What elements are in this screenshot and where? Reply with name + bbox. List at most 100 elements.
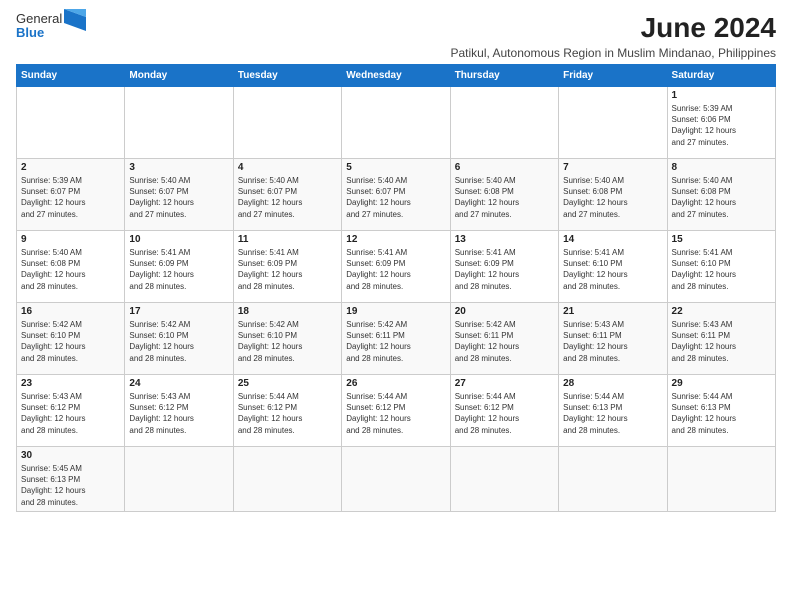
- calendar-title: June 2024: [450, 12, 776, 44]
- day-number: 3: [129, 162, 228, 173]
- header-friday: Friday: [559, 65, 667, 87]
- calendar-cell: 22Sunrise: 5:43 AM Sunset: 6:11 PM Dayli…: [667, 303, 775, 375]
- day-number: 30: [21, 450, 120, 461]
- header-monday: Monday: [125, 65, 233, 87]
- calendar-cell: 26 Sunrise: 5:44 AM Sunset: 6:12 PM Dayli…: [342, 375, 450, 447]
- calendar-page: General Blue June 2024 Patikul, Autonomo…: [0, 0, 792, 522]
- calendar-cell: 15Sunrise: 5:41 AM Sunset: 6:10 PM Dayli…: [667, 231, 775, 303]
- day-number: 18: [238, 306, 337, 317]
- day-number: 5: [346, 162, 445, 173]
- day-info: Sunrise: 5:41 AM Sunset: 6:09 PM Dayligh…: [346, 247, 445, 292]
- day-number: 20: [455, 306, 554, 317]
- day-number: 2: [21, 162, 120, 173]
- day-number: 8: [672, 162, 771, 173]
- day-number: 27: [455, 378, 554, 389]
- day-number: 29: [672, 378, 771, 389]
- calendar-cell: 12 Sunrise: 5:41 AM Sunset: 6:09 PM Dayli…: [342, 231, 450, 303]
- calendar-cell: 25 Sunrise: 5:44 AM Sunset: 6:12 PM Dayli…: [233, 375, 341, 447]
- day-info: Sunrise: 5:42 AM Sunset: 6:11 PM Dayligh…: [455, 319, 554, 364]
- day-number: 28: [563, 378, 662, 389]
- calendar-cell: 7Sunrise: 5:40 AM Sunset: 6:08 PM Daylig…: [559, 159, 667, 231]
- day-number: 16: [21, 306, 120, 317]
- calendar-cell: 20 Sunrise: 5:42 AM Sunset: 6:11 PM Dayli…: [450, 303, 558, 375]
- day-info: Sunrise: 5:39 AM Sunset: 6:06 PM Dayligh…: [672, 103, 771, 148]
- calendar-cell: 5 Sunrise: 5:40 AM Sunset: 6:07 PM Daylig…: [342, 159, 450, 231]
- day-number: 1: [672, 90, 771, 101]
- day-number: 10: [129, 234, 228, 245]
- day-info: Sunrise: 5:40 AM Sunset: 6:07 PM Dayligh…: [346, 175, 445, 220]
- day-info: Sunrise: 5:42 AM Sunset: 6:11 PM Dayligh…: [346, 319, 445, 364]
- day-number: 25: [238, 378, 337, 389]
- day-info: Sunrise: 5:41 AM Sunset: 6:10 PM Dayligh…: [563, 247, 662, 292]
- day-number: 9: [21, 234, 120, 245]
- title-block: June 2024 Patikul, Autonomous Region in …: [450, 12, 776, 60]
- day-info: Sunrise: 5:42 AM Sunset: 6:10 PM Dayligh…: [129, 319, 228, 364]
- calendar-cell: [342, 87, 450, 159]
- day-number: 24: [129, 378, 228, 389]
- header-wednesday: Wednesday: [342, 65, 450, 87]
- calendar-subtitle: Patikul, Autonomous Region in Muslim Min…: [450, 46, 776, 60]
- day-info: Sunrise: 5:40 AM Sunset: 6:08 PM Dayligh…: [21, 247, 120, 292]
- calendar-cell: [125, 447, 233, 512]
- calendar-cell: 23Sunrise: 5:43 AM Sunset: 6:12 PM Dayli…: [17, 375, 125, 447]
- day-number: 26: [346, 378, 445, 389]
- day-info: Sunrise: 5:44 AM Sunset: 6:12 PM Dayligh…: [346, 391, 445, 436]
- calendar-cell: 16 Sunrise: 5:42 AM Sunset: 6:10 PM Dayli…: [17, 303, 125, 375]
- day-number: 21: [563, 306, 662, 317]
- calendar-cell: 27 Sunrise: 5:44 AM Sunset: 6:12 PM Dayli…: [450, 375, 558, 447]
- day-info: Sunrise: 5:44 AM Sunset: 6:12 PM Dayligh…: [455, 391, 554, 436]
- calendar-cell: 13 Sunrise: 5:41 AM Sunset: 6:09 PM Dayli…: [450, 231, 558, 303]
- day-number: 13: [455, 234, 554, 245]
- day-info: Sunrise: 5:40 AM Sunset: 6:08 PM Dayligh…: [563, 175, 662, 220]
- header-thursday: Thursday: [450, 65, 558, 87]
- day-info: Sunrise: 5:40 AM Sunset: 6:07 PM Dayligh…: [129, 175, 228, 220]
- day-number: 19: [346, 306, 445, 317]
- calendar-cell: 1 Sunrise: 5:39 AM Sunset: 6:06 PM Daylig…: [667, 87, 775, 159]
- day-number: 4: [238, 162, 337, 173]
- header-sunday: Sunday: [17, 65, 125, 87]
- day-info: Sunrise: 5:44 AM Sunset: 6:13 PM Dayligh…: [672, 391, 771, 436]
- calendar-cell: 4 Sunrise: 5:40 AM Sunset: 6:07 PM Daylig…: [233, 159, 341, 231]
- calendar-cell: 11Sunrise: 5:41 AM Sunset: 6:09 PM Dayli…: [233, 231, 341, 303]
- day-number: 12: [346, 234, 445, 245]
- logo-graphic: General Blue: [16, 12, 86, 41]
- logo: General Blue: [16, 12, 86, 41]
- calendar-cell: [17, 87, 125, 159]
- day-header-row: SundayMondayTuesdayWednesdayThursdayFrid…: [17, 65, 776, 87]
- calendar-cell: [667, 447, 775, 512]
- day-info: Sunrise: 5:43 AM Sunset: 6:12 PM Dayligh…: [21, 391, 120, 436]
- calendar-cell: [233, 447, 341, 512]
- day-info: Sunrise: 5:42 AM Sunset: 6:10 PM Dayligh…: [21, 319, 120, 364]
- day-info: Sunrise: 5:39 AM Sunset: 6:07 PM Dayligh…: [21, 175, 120, 220]
- day-info: Sunrise: 5:41 AM Sunset: 6:09 PM Dayligh…: [455, 247, 554, 292]
- calendar-cell: 29 Sunrise: 5:44 AM Sunset: 6:13 PM Dayli…: [667, 375, 775, 447]
- calendar-cell: [450, 87, 558, 159]
- calendar-cell: 14 Sunrise: 5:41 AM Sunset: 6:10 PM Dayli…: [559, 231, 667, 303]
- calendar-table: SundayMondayTuesdayWednesdayThursdayFrid…: [16, 64, 776, 512]
- day-info: Sunrise: 5:40 AM Sunset: 6:08 PM Dayligh…: [672, 175, 771, 220]
- day-info: Sunrise: 5:42 AM Sunset: 6:10 PM Dayligh…: [238, 319, 337, 364]
- calendar-cell: [125, 87, 233, 159]
- day-info: Sunrise: 5:41 AM Sunset: 6:09 PM Dayligh…: [129, 247, 228, 292]
- calendar-cell: 19 Sunrise: 5:42 AM Sunset: 6:11 PM Dayli…: [342, 303, 450, 375]
- calendar-cell: 28Sunrise: 5:44 AM Sunset: 6:13 PM Dayli…: [559, 375, 667, 447]
- calendar-cell: 24Sunrise: 5:43 AM Sunset: 6:12 PM Dayli…: [125, 375, 233, 447]
- calendar-cell: 8 Sunrise: 5:40 AM Sunset: 6:08 PM Daylig…: [667, 159, 775, 231]
- calendar-cell: 30Sunrise: 5:45 AM Sunset: 6:13 PM Dayli…: [17, 447, 125, 512]
- day-number: 14: [563, 234, 662, 245]
- day-info: Sunrise: 5:44 AM Sunset: 6:12 PM Dayligh…: [238, 391, 337, 436]
- day-info: Sunrise: 5:43 AM Sunset: 6:11 PM Dayligh…: [563, 319, 662, 364]
- calendar-cell: 3 Sunrise: 5:40 AM Sunset: 6:07 PM Daylig…: [125, 159, 233, 231]
- calendar-cell: 2 Sunrise: 5:39 AM Sunset: 6:07 PM Daylig…: [17, 159, 125, 231]
- calendar-cell: [342, 447, 450, 512]
- day-info: Sunrise: 5:41 AM Sunset: 6:10 PM Dayligh…: [672, 247, 771, 292]
- calendar-cell: [559, 447, 667, 512]
- calendar-cell: 9 Sunrise: 5:40 AM Sunset: 6:08 PM Daylig…: [17, 231, 125, 303]
- day-number: 22: [672, 306, 771, 317]
- day-info: Sunrise: 5:40 AM Sunset: 6:07 PM Dayligh…: [238, 175, 337, 220]
- calendar-cell: [233, 87, 341, 159]
- day-number: 6: [455, 162, 554, 173]
- calendar-cell: 6 Sunrise: 5:40 AM Sunset: 6:08 PM Daylig…: [450, 159, 558, 231]
- day-info: Sunrise: 5:40 AM Sunset: 6:08 PM Dayligh…: [455, 175, 554, 220]
- calendar-cell: [559, 87, 667, 159]
